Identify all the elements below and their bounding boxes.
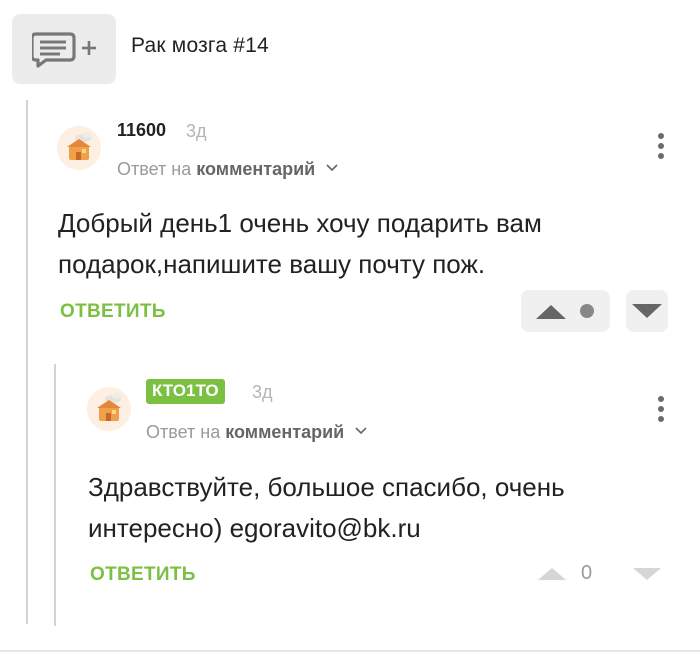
post-header: Рак мозга #14 <box>12 14 692 84</box>
comment-text-line: Добрый день1 очень хочу подарить вам <box>58 208 542 238</box>
more-options-icon[interactable] <box>656 396 666 426</box>
comment-age: 3д <box>186 121 207 141</box>
avatar-icon <box>57 126 101 170</box>
reply-to-link[interactable]: Ответ на комментарий <box>117 156 338 180</box>
comment-text: Добрый день1 очень хочу подарить вам под… <box>58 203 678 285</box>
thread-line[interactable] <box>26 100 28 624</box>
comment-score: 0 <box>581 562 593 584</box>
thread-line-nested[interactable] <box>54 364 56 626</box>
comment-author[interactable]: 11600 <box>117 120 166 141</box>
vote-down-box <box>626 290 668 332</box>
reply-to-target: комментарий <box>196 159 316 179</box>
upvote-icon[interactable] <box>536 304 566 320</box>
reply-to-prefix: Ответ на <box>146 422 221 442</box>
upvote-icon[interactable] <box>538 567 566 581</box>
downvote-icon[interactable] <box>633 567 661 581</box>
avatar-icon <box>87 387 131 431</box>
chevron-down-icon <box>355 419 367 440</box>
comment-text-line: Здравствуйте, большое спасибо, очень <box>88 472 565 502</box>
comment-author-badge[interactable]: КТО1ТО <box>146 379 225 404</box>
rating-hidden-dot-icon <box>580 304 594 318</box>
comment-add-icon <box>32 32 96 68</box>
add-comment-button[interactable] <box>12 14 116 84</box>
downvote-icon[interactable] <box>632 303 662 319</box>
reply-button[interactable]: ОТВЕТИТЬ <box>90 564 196 586</box>
avatar[interactable] <box>57 126 101 170</box>
comment-age: 3д <box>252 382 273 402</box>
post-title[interactable]: Рак мозга #14 <box>131 34 269 58</box>
reply-button[interactable]: ОТВЕТИТЬ <box>60 301 166 323</box>
reply-to-target: комментарий <box>225 422 345 442</box>
comment-text-line: подарок,напишите вашу почту пож. <box>58 249 486 279</box>
vote-up-box <box>521 290 610 332</box>
avatar[interactable] <box>87 387 131 431</box>
comment-text-line: интересно) egoravito@bk.ru <box>88 513 421 543</box>
chevron-down-icon <box>326 156 338 177</box>
comment-text: Здравствуйте, большое спасибо, очень инт… <box>88 467 678 549</box>
divider <box>0 650 700 652</box>
reply-to-prefix: Ответ на <box>117 159 192 179</box>
reply-to-link[interactable]: Ответ на комментарий <box>146 419 367 443</box>
more-options-icon[interactable] <box>656 133 666 163</box>
